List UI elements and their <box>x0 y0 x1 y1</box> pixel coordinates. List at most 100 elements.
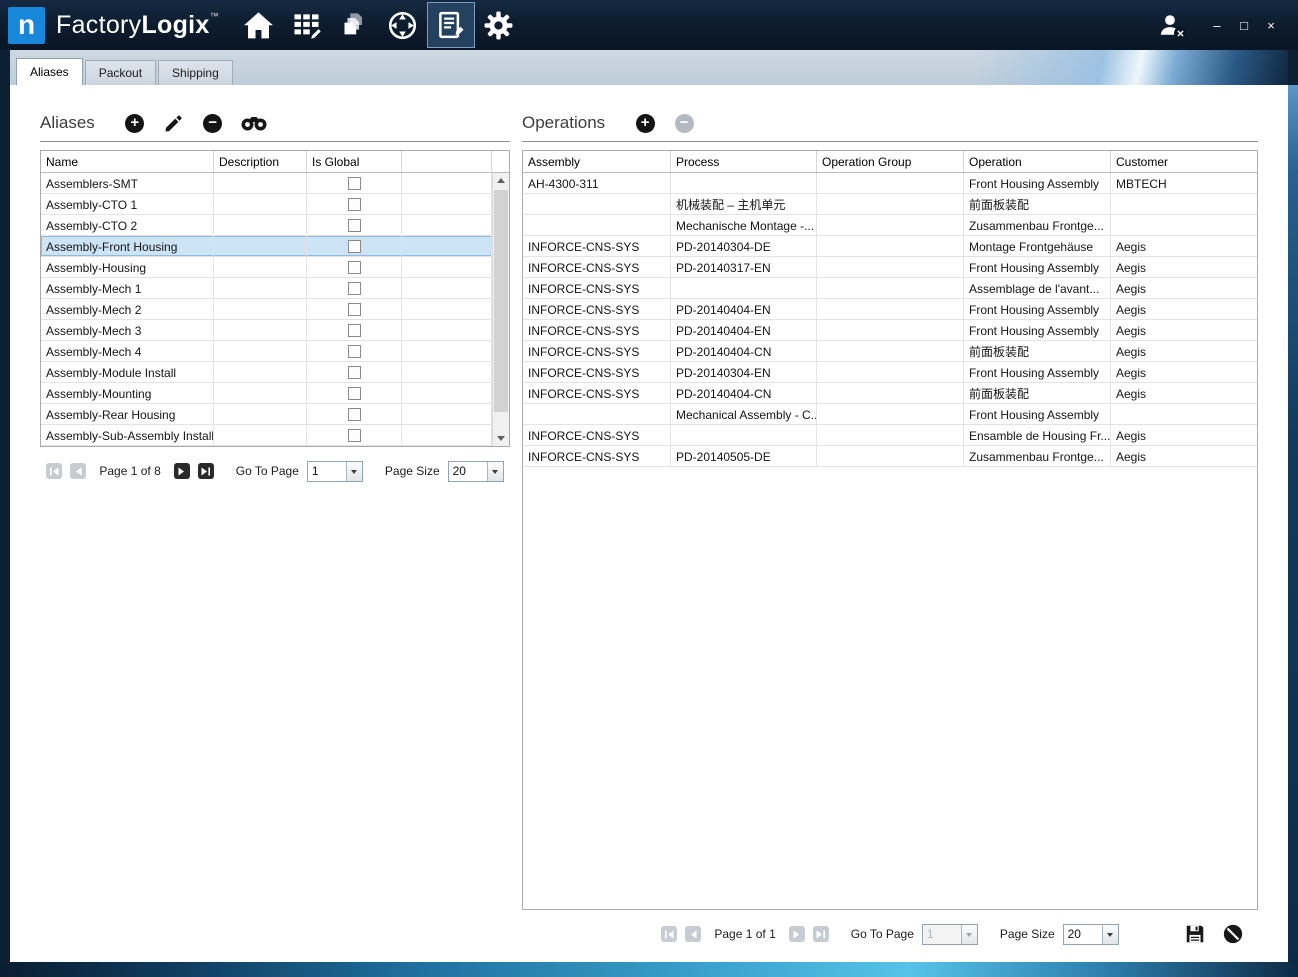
remove-alias-button[interactable] <box>202 112 224 134</box>
gear-glyph <box>483 10 514 41</box>
chevron-down-icon[interactable] <box>487 462 503 481</box>
remove-operation-button[interactable] <box>673 112 695 134</box>
op-process-cell: PD-20140505-DE <box>671 446 817 466</box>
first-page-button[interactable] <box>661 926 677 942</box>
operation-row[interactable]: Mechanical Assembly - C...Front Housing … <box>523 404 1257 425</box>
operation-row[interactable]: INFORCE-CNS-SYSAssemblage de l'avant...A… <box>523 278 1257 299</box>
operation-row[interactable]: AH-4300-311Front Housing AssemblyMBTECH <box>523 173 1257 194</box>
operation-row[interactable]: INFORCE-CNS-SYSPD-20140404-CN前面板装配Aegis <box>523 383 1257 404</box>
scroll-up-icon[interactable] <box>493 173 509 188</box>
op-assembly-cell: INFORCE-CNS-SYS <box>523 257 671 277</box>
first-page-button[interactable] <box>46 463 62 479</box>
column-header-is-global[interactable]: Is Global <box>307 151 402 172</box>
alias-row[interactable]: Assembly-Mech 2 <box>41 299 492 320</box>
chevron-down-icon[interactable] <box>346 462 362 481</box>
alias-row[interactable]: Assembly-CTO 1 <box>41 194 492 215</box>
minimize-button[interactable]: – <box>1208 14 1226 36</box>
previous-page-button[interactable] <box>70 463 86 479</box>
tab-shipping[interactable]: Shipping <box>158 60 233 85</box>
nav-home-icon[interactable] <box>235 2 283 48</box>
scroll-down-icon[interactable] <box>493 431 509 446</box>
is-global-checkbox[interactable] <box>348 429 361 442</box>
brand: FactoryLogix™ <box>56 11 219 40</box>
chevron-down-icon[interactable] <box>1102 925 1118 944</box>
operation-row[interactable]: INFORCE-CNS-SYSPD-20140505-DEZusammenbau… <box>523 446 1257 467</box>
column-header-name[interactable]: Name <box>41 151 214 172</box>
last-page-button[interactable] <box>198 463 214 479</box>
column-header-assembly[interactable]: Assembly <box>523 151 671 172</box>
chevron-down-icon <box>961 925 977 944</box>
column-header-process[interactable]: Process <box>671 151 817 172</box>
is-global-checkbox[interactable] <box>348 240 361 253</box>
alias-extra-cell <box>402 383 492 403</box>
alias-row[interactable]: Assembly-Mech 1 <box>41 278 492 299</box>
alias-row[interactable]: Assembly-Mounting <box>41 383 492 404</box>
operation-row[interactable]: INFORCE-CNS-SYSEnsamble de Housing Fr...… <box>523 425 1257 446</box>
nav-dispatch-icon[interactable] <box>379 2 427 48</box>
user-logout-icon[interactable] <box>1153 8 1187 42</box>
alias-row[interactable]: Assembly-Rear Housing <box>41 404 492 425</box>
is-global-checkbox[interactable] <box>348 261 361 274</box>
is-global-checkbox[interactable] <box>348 198 361 211</box>
nav-worksheets-icon[interactable] <box>283 2 331 48</box>
operation-row[interactable]: INFORCE-CNS-SYSPD-20140304-ENFront Housi… <box>523 362 1257 383</box>
alias-row[interactable]: Assembly-Mech 3 <box>41 320 492 341</box>
page-size-label: Page Size <box>385 464 440 478</box>
is-global-checkbox[interactable] <box>348 219 361 232</box>
alias-row[interactable]: Assembly-Module Install <box>41 362 492 383</box>
alias-row[interactable]: Assembly-Sub-Assembly Install <box>41 425 492 446</box>
is-global-checkbox[interactable] <box>348 303 361 316</box>
scroll-thumb[interactable] <box>494 190 508 412</box>
previous-page-button[interactable] <box>685 926 701 942</box>
alias-row[interactable]: Assembly-CTO 2 <box>41 215 492 236</box>
page-size-combo[interactable]: 20 <box>448 461 504 482</box>
is-global-checkbox[interactable] <box>348 177 361 190</box>
operations-header: Operations <box>522 108 1258 138</box>
alias-description-cell <box>214 299 307 319</box>
column-header-operation[interactable]: Operation <box>964 151 1111 172</box>
alias-row[interactable]: Assembly-Housing <box>41 257 492 278</box>
save-button[interactable] <box>1184 923 1206 945</box>
tab-packout[interactable]: Packout <box>85 60 156 85</box>
go-to-page-combo[interactable]: 1 <box>922 924 978 945</box>
operation-row[interactable]: 机械装配 – 主机单元前面板装配 <box>523 194 1257 215</box>
tab-aliases[interactable]: Aliases <box>16 58 83 85</box>
column-header-operation-group[interactable]: Operation Group <box>817 151 964 172</box>
edit-alias-button[interactable] <box>163 112 185 134</box>
operation-row[interactable]: INFORCE-CNS-SYSPD-20140404-ENFront Housi… <box>523 299 1257 320</box>
operation-row[interactable]: INFORCE-CNS-SYSPD-20140404-ENFront Housi… <box>523 320 1257 341</box>
page-size-combo[interactable]: 20 <box>1063 924 1119 945</box>
add-operation-button[interactable] <box>634 112 656 134</box>
go-to-page-combo[interactable]: 1 <box>307 461 363 482</box>
next-page-button[interactable] <box>174 463 190 479</box>
is-global-checkbox[interactable] <box>348 366 361 379</box>
is-global-checkbox[interactable] <box>348 408 361 421</box>
alias-row[interactable]: Assembly-Front Housing <box>41 236 492 257</box>
page-indicator: Page 1 of 8 <box>99 464 160 478</box>
close-button[interactable]: × <box>1262 14 1280 36</box>
is-global-checkbox[interactable] <box>348 387 361 400</box>
is-global-checkbox[interactable] <box>348 282 361 295</box>
alias-name-cell: Assembly-Module Install <box>41 362 214 382</box>
nav-settings-icon[interactable] <box>475 2 523 48</box>
aliases-scrollbar[interactable] <box>492 173 509 446</box>
is-global-checkbox[interactable] <box>348 324 361 337</box>
column-header-customer[interactable]: Customer <box>1111 151 1257 172</box>
maximize-button[interactable]: □ <box>1235 14 1253 36</box>
next-page-button[interactable] <box>789 926 805 942</box>
operation-row[interactable]: Mechanische Montage -...Zusammenbau Fron… <box>523 215 1257 236</box>
alias-row[interactable]: Assemblers-SMT <box>41 173 492 194</box>
is-global-checkbox[interactable] <box>348 345 361 358</box>
last-page-button[interactable] <box>813 926 829 942</box>
nav-logistics-icon[interactable] <box>427 2 475 48</box>
alias-row[interactable]: Assembly-Mech 4 <box>41 341 492 362</box>
cancel-button[interactable] <box>1222 923 1244 945</box>
nav-documents-icon[interactable] <box>331 2 379 48</box>
find-alias-button[interactable] <box>241 112 263 134</box>
op-process-cell: PD-20140304-EN <box>671 362 817 382</box>
add-alias-button[interactable] <box>124 112 146 134</box>
operation-row[interactable]: INFORCE-CNS-SYSPD-20140404-CN前面板装配Aegis <box>523 341 1257 362</box>
operation-row[interactable]: INFORCE-CNS-SYSPD-20140304-DEMontage Fro… <box>523 236 1257 257</box>
operation-row[interactable]: INFORCE-CNS-SYSPD-20140317-ENFront Housi… <box>523 257 1257 278</box>
column-header-description[interactable]: Description <box>214 151 307 172</box>
